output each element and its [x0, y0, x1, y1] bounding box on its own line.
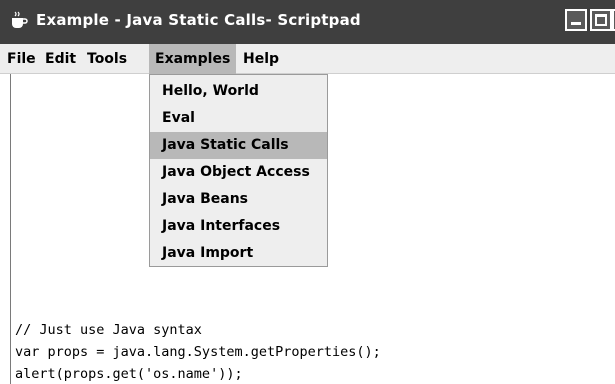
- menu-item-hello-world[interactable]: Hello, World: [150, 78, 327, 105]
- menu-item-java-beans[interactable]: Java Beans: [150, 186, 327, 213]
- menu-edit[interactable]: Edit: [39, 44, 82, 74]
- menu-file[interactable]: File: [1, 44, 42, 74]
- window-title: Example - Java Static Calls- Scriptpad: [36, 11, 361, 29]
- title-bar[interactable]: Example - Java Static Calls- Scriptpad: [0, 0, 615, 44]
- examples-dropdown-menu: Hello, World Eval Java Static Calls Java…: [149, 74, 328, 267]
- app-window: Example - Java Static Calls- Scriptpad F…: [0, 0, 615, 384]
- menu-bar: File Edit Tools Examples Help: [0, 44, 615, 74]
- minimize-button[interactable]: [565, 9, 587, 31]
- maximize-icon: [595, 14, 607, 26]
- code-line: // Just use Java syntax: [15, 322, 202, 338]
- menu-item-java-object-access[interactable]: Java Object Access: [150, 159, 327, 186]
- menu-item-eval[interactable]: Eval: [150, 105, 327, 132]
- menu-examples[interactable]: Examples: [149, 44, 236, 74]
- code-line: alert(props.get('os.name'));: [15, 366, 243, 382]
- menu-item-java-static-calls[interactable]: Java Static Calls: [150, 132, 327, 159]
- menu-help[interactable]: Help: [237, 44, 285, 74]
- menu-item-java-import[interactable]: Java Import: [150, 240, 327, 267]
- minimize-icon: [571, 22, 581, 25]
- java-cup-icon: [9, 11, 29, 29]
- code-line: var props = java.lang.System.getProperti…: [15, 344, 381, 360]
- menu-item-java-interfaces[interactable]: Java Interfaces: [150, 213, 327, 240]
- menu-tools[interactable]: Tools: [81, 44, 133, 74]
- maximize-button[interactable]: [590, 9, 612, 31]
